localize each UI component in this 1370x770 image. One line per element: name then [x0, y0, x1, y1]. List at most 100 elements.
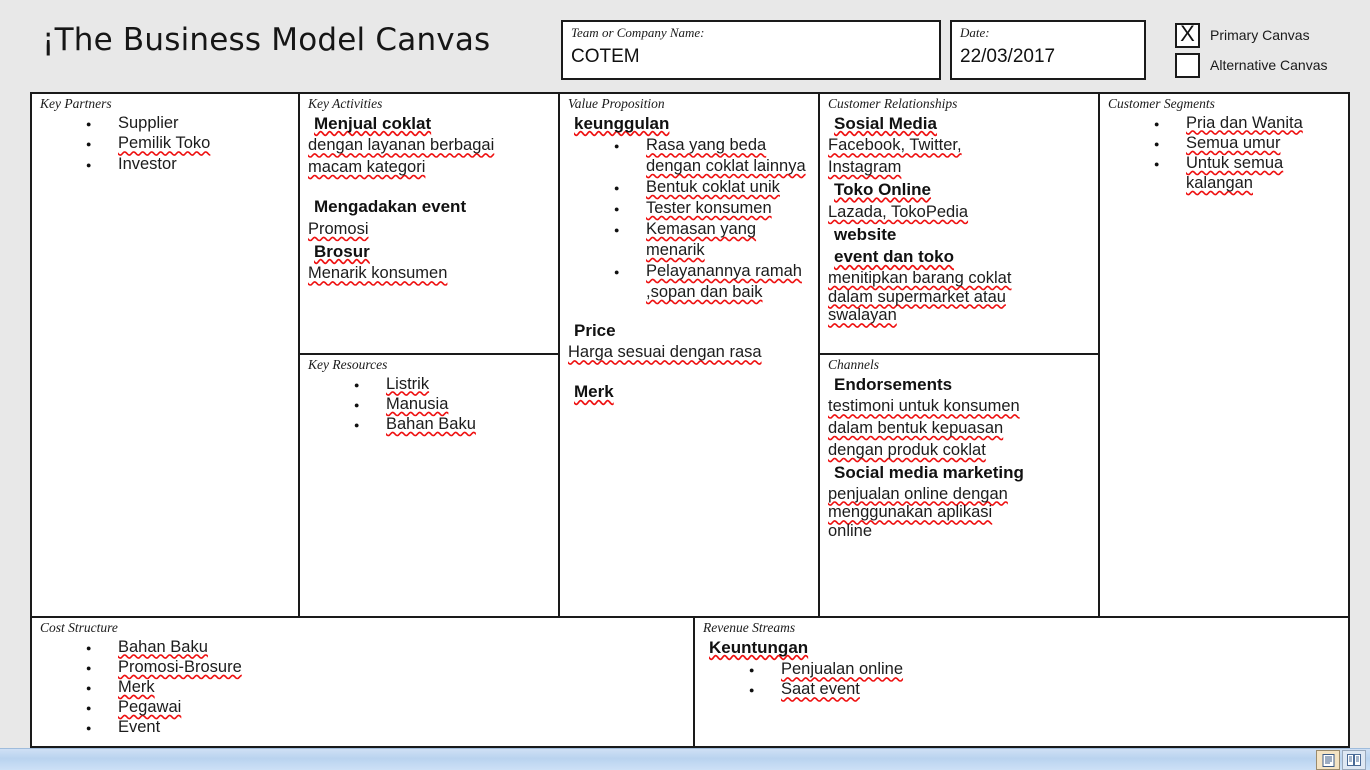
list-item-text: Tester konsumen [646, 198, 772, 217]
list-item: Event [86, 717, 689, 739]
list-item: Pria dan Wanita [1154, 113, 1344, 135]
team-name-label: Team or Company Name: [571, 25, 705, 40]
block-revenue-streams[interactable]: Revenue Streams Keuntungan Penjualan onl… [695, 618, 1348, 746]
list-item-text: Saat event [781, 680, 860, 699]
list-item-text: Promosi-Brosure [118, 657, 242, 676]
primary-canvas-option[interactable]: X Primary Canvas [1175, 20, 1365, 50]
list-item: Pemilik Toko [86, 133, 294, 155]
block-value-proposition[interactable]: Value Proposition keunggulan Rasa yang b… [560, 94, 820, 618]
list-item-text: Merk [118, 677, 155, 696]
alternative-canvas-option[interactable]: Alternative Canvas [1175, 50, 1365, 80]
list-item-text: Listrik [386, 374, 430, 393]
customer-relationships-line-4c: swalayan [828, 306, 897, 325]
channels-heading-2: Social media marketing [834, 462, 1024, 482]
list-item-text: Manusia [386, 394, 449, 413]
list-item-text: Bahan Baku [386, 414, 476, 433]
list-item: Untuk semua kalangan [1154, 153, 1344, 193]
customer-relationships-line-2: Lazada, TokoPedia [828, 202, 969, 221]
checkmark-icon: X [1180, 20, 1195, 46]
customer-relationships-heading-1: Sosial Media [834, 113, 937, 133]
view-buttons-group [1316, 750, 1366, 770]
business-model-canvas-grid: Key Partners Supplier Pemilik Toko Inves… [30, 92, 1350, 748]
channels-line-2a: penjualan online dengan [828, 484, 1008, 503]
customer-relationships-heading-3: website [834, 224, 897, 244]
list-item: Saat event [749, 679, 1344, 701]
block-channels[interactable]: Channels Endorsements testimoni untuk ko… [820, 355, 1100, 618]
block-title-key-activities: Key Activities [308, 96, 383, 111]
primary-canvas-checkbox[interactable]: X [1175, 20, 1200, 48]
block-title-value-proposition: Value Proposition [568, 96, 665, 111]
list-item-text: Pelayanannya ramah ,sopan dan baik [646, 261, 802, 301]
list-item-text: Rasa yang beda dengan coklat lainnya [646, 136, 806, 176]
block-title-channels: Channels [828, 357, 880, 372]
key-activities-line-1a: dengan layanan berbagai [308, 136, 495, 155]
team-name-value: COTEM [571, 46, 640, 67]
list-item: Listrik [354, 374, 554, 396]
list-item: Promosi-Brosure [86, 657, 689, 679]
list-item: Manusia [354, 394, 554, 416]
key-partners-list: Supplier Pemilik Toko Investor [40, 113, 294, 177]
customer-segments-list: Pria dan Wanita Semua umur Untuk semua k… [1108, 113, 1344, 194]
channels-line-1b: dalam bentuk kepuasan [828, 419, 1004, 438]
date-label: Date: [960, 25, 990, 40]
channels-line-2b: menggunakan aplikasi [828, 503, 993, 522]
list-item: Investor [86, 154, 294, 176]
block-customer-segments[interactable]: Customer Segments Pria dan Wanita Semua … [1100, 94, 1348, 618]
cost-structure-list: Bahan Baku Promosi-Brosure Merk Pegawai … [40, 637, 689, 740]
primary-canvas-label: Primary Canvas [1210, 27, 1310, 43]
block-title-customer-segments: Customer Segments [1108, 96, 1215, 111]
page-title: ¡The Business Model Canvas [42, 22, 491, 58]
list-item-text: Bentuk coklat unik [646, 178, 780, 197]
list-item-text: Bahan Baku [118, 637, 208, 656]
list-item-text: Investor [118, 155, 177, 174]
key-activities-line-1b: macam kategori [308, 158, 426, 177]
customer-relationships-heading-4: event dan toko [834, 247, 954, 267]
alternative-canvas-checkbox[interactable] [1175, 52, 1200, 78]
block-key-partners[interactable]: Key Partners Supplier Pemilik Toko Inves… [32, 94, 300, 618]
block-title-key-partners: Key Partners [40, 96, 112, 111]
list-item-text: Pemilik Toko [118, 134, 211, 153]
list-item-text: Untuk semua kalangan [1186, 153, 1284, 192]
date-field[interactable]: Date: 22/03/2017 [950, 20, 1146, 80]
canvas-type-group: X Primary Canvas Alternative Canvas [1175, 20, 1365, 82]
channels-line-1c: dengan produk coklat [828, 441, 986, 459]
value-proposition-heading-3: Merk [574, 382, 614, 402]
channels-heading-1: Endorsements [834, 374, 953, 394]
list-item-text: Penjualan online [781, 660, 904, 679]
reading-view-icon[interactable] [1342, 750, 1366, 770]
customer-relationships-line-1a: Facebook, Twitter, [828, 136, 962, 155]
list-item-text: Semua umur [1186, 133, 1281, 152]
list-item: Bahan Baku [86, 637, 689, 659]
alternative-canvas-label: Alternative Canvas [1210, 57, 1328, 73]
key-activities-heading-2: Mengadakan event [314, 197, 467, 216]
channels-line-1a: testimoni untuk konsumen [828, 397, 1020, 416]
key-activities-heading-3: Brosur [314, 241, 370, 261]
canvas-header: ¡The Business Model Canvas Team or Compa… [0, 0, 1370, 90]
revenue-streams-list: Penjualan online Saat event [703, 659, 1344, 701]
list-item: Bahan Baku [354, 414, 554, 436]
document-page: ¡The Business Model Canvas Team or Compa… [0, 0, 1370, 770]
list-item: Pegawai [86, 697, 689, 719]
key-resources-list: Listrik Manusia Bahan Baku [308, 374, 554, 436]
key-activities-heading-1: Menjual coklat [314, 113, 432, 133]
team-name-field[interactable]: Team or Company Name: COTEM [561, 20, 941, 80]
customer-relationships-line-4a: menitipkan barang coklat [828, 268, 1012, 287]
customer-relationships-heading-2: Toko Online [834, 180, 931, 199]
list-item: Tester konsumen [614, 198, 814, 220]
block-cost-structure[interactable]: Cost Structure Bahan Baku Promosi-Brosur… [32, 618, 695, 746]
list-item-text: Supplier [118, 113, 179, 132]
list-item: Penjualan online [749, 659, 1344, 681]
customer-relationships-line-4b: dalam supermarket atau [828, 287, 1006, 306]
block-customer-relationships[interactable]: Customer Relationships Sosial Media Face… [820, 94, 1100, 355]
key-activities-line-2: Promosi [308, 219, 369, 238]
list-item: Kemasan yang menarik [614, 219, 814, 261]
list-item-text: Event [118, 718, 161, 737]
block-key-activities[interactable]: Key Activities Menjual coklat dengan lay… [300, 94, 560, 355]
block-key-resources[interactable]: Key Resources Listrik Manusia Bahan Baku [300, 355, 560, 618]
value-proposition-heading-1: keunggulan [574, 113, 670, 133]
print-layout-icon[interactable] [1316, 750, 1340, 770]
customer-relationships-line-1b: Instagram [828, 158, 902, 177]
